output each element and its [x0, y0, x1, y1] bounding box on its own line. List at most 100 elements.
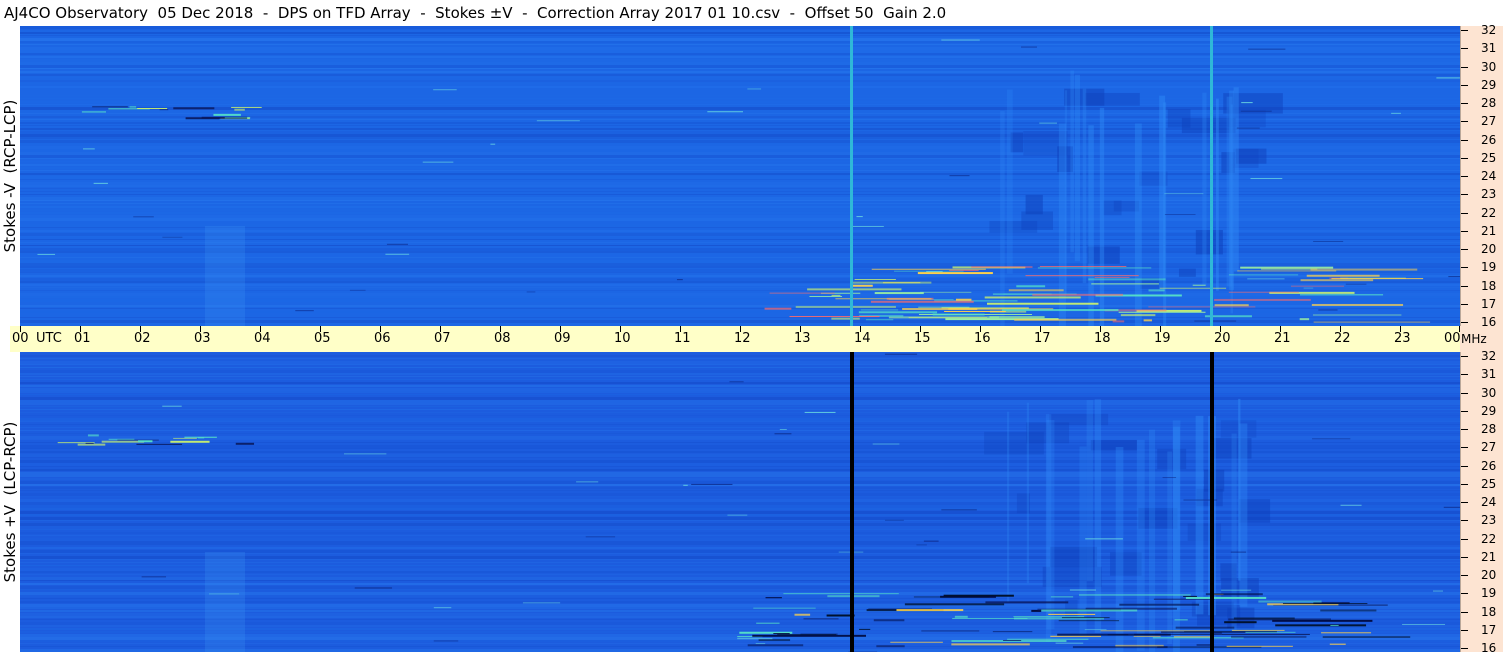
spectrum-mark — [385, 253, 410, 255]
time-hour-label: 20 — [1214, 331, 1231, 346]
stokes-plus-v-spectrogram[interactable] — [20, 352, 1460, 652]
spectrum-stripe — [20, 80, 1460, 82]
bottom-freq-label: 32 — [1481, 349, 1497, 363]
spectrum-mark — [585, 536, 616, 538]
spectrum-stripe — [20, 355, 1460, 357]
spectrum-mark — [37, 253, 56, 255]
spectrum-dark-patch — [1187, 523, 1222, 541]
top-freq-tick — [1461, 158, 1468, 159]
spectrum-mark — [83, 148, 95, 150]
spectrum-mark — [343, 453, 387, 455]
spectrum-mark — [526, 291, 536, 293]
spectrum-stripe — [20, 406, 1460, 407]
spectrum-stripe — [20, 29, 1460, 30]
bottom-freq-tick — [1461, 447, 1468, 448]
spectrum-light-column — [1231, 433, 1237, 631]
stokes-minus-v-spectrogram[interactable] — [20, 26, 1460, 326]
spectrum-burst — [989, 316, 1045, 319]
time-hour-label: 05 — [314, 331, 331, 346]
spectrum-mark — [349, 289, 366, 291]
spectrum-stripe — [20, 188, 1460, 189]
spectrum-burst — [1025, 275, 1139, 277]
spectrum-burst — [795, 305, 896, 308]
spectrum-burst — [1061, 617, 1110, 619]
spectrum-stripe — [20, 68, 1460, 69]
spectrum-burst — [985, 601, 1069, 604]
spectrum-burst — [1331, 278, 1424, 280]
bottom-freq-label: 27 — [1481, 440, 1497, 454]
spectrum-dark-patch — [1167, 109, 1191, 128]
bottom-freq-tick — [1461, 630, 1468, 631]
spectrum-burst — [137, 108, 168, 110]
spectrum-stripe — [20, 194, 1460, 195]
spectrum-mark — [949, 175, 970, 177]
spectrum-stripe — [20, 83, 1460, 84]
spectrum-mark — [850, 225, 884, 227]
spectrum-burst — [854, 278, 896, 280]
bottom-freq-label: 20 — [1481, 568, 1497, 582]
top-freq-tick — [1461, 286, 1468, 287]
top-freq-tick — [1461, 140, 1468, 141]
spectrum-burst — [170, 440, 210, 443]
bottom-freq-label: 21 — [1481, 550, 1497, 564]
spectrum-stripe — [20, 379, 1460, 380]
spectrum-burst — [1003, 640, 1022, 642]
spectrum-mark — [1391, 112, 1401, 114]
spectrum-mark — [1240, 110, 1272, 112]
spectrum-mark — [737, 638, 773, 640]
spectrum-stripe — [20, 179, 1460, 180]
spectrum-stripe — [20, 412, 1460, 413]
spectrum-burst — [231, 106, 262, 108]
spectrum-burst — [952, 618, 1028, 620]
spectrum-burst — [918, 306, 970, 308]
spectrum-burst — [1214, 304, 1249, 307]
spectrum-light-column — [1202, 92, 1207, 286]
spectrum-mark — [1250, 178, 1283, 180]
top-freq-label: 20 — [1481, 242, 1497, 256]
top-freq-tick — [1461, 176, 1468, 177]
spectrum-burst — [783, 593, 899, 595]
spectrum-burst — [1299, 318, 1310, 321]
spectrum-mark — [707, 111, 744, 113]
spectrum-mark — [1164, 193, 1204, 195]
spectrum-burst — [831, 317, 860, 320]
top-freq-tick — [1461, 121, 1468, 122]
spectrum-burst — [1300, 279, 1374, 282]
bottom-freq-tick — [1461, 356, 1468, 357]
top-freq-label: 24 — [1481, 169, 1497, 183]
interference-line-1 — [850, 26, 853, 326]
spectrum-mark — [295, 310, 314, 312]
spectrum-burst — [1007, 638, 1089, 640]
spectrum-mark — [1313, 240, 1344, 242]
spectrum-light-column — [1045, 414, 1052, 643]
spectrum-light-column — [1006, 411, 1010, 602]
spectrum-stripe — [20, 385, 1460, 387]
spectrum-stripe — [20, 358, 1460, 359]
spectrum-stripe — [20, 56, 1460, 58]
spectrum-stripe — [20, 403, 1460, 405]
spectrum-burst — [800, 633, 838, 635]
spectrum-burst — [1275, 624, 1367, 627]
spectrum-burst — [1148, 306, 1256, 308]
bottom-freq-tick — [1461, 484, 1468, 485]
spectrum-burst — [769, 292, 835, 294]
spectrum-stripe — [20, 26, 1460, 29]
spectrum-light-column — [1229, 90, 1235, 290]
spectrum-burst — [1039, 266, 1127, 268]
top-freq-label: 32 — [1481, 23, 1497, 37]
top-freq-tick — [1461, 231, 1468, 232]
spectrum-stripe — [20, 209, 1460, 211]
top-freq-label: 29 — [1481, 78, 1497, 92]
spectrum-mark — [872, 443, 900, 445]
spectrum-stripe — [20, 146, 1460, 149]
spectrum-light-column — [1094, 399, 1102, 633]
spectrum-burst — [873, 619, 905, 622]
spectrum-burst — [129, 106, 137, 108]
bottom-freq-label: 25 — [1481, 477, 1497, 491]
spectrum-burst — [1311, 303, 1404, 306]
top-freq-tick — [1461, 304, 1468, 305]
time-hour-label: 11 — [674, 331, 691, 346]
spectrum-light-column — [1195, 415, 1204, 615]
spectrum-burst — [1313, 321, 1431, 323]
interference-line-2 — [1210, 26, 1213, 326]
